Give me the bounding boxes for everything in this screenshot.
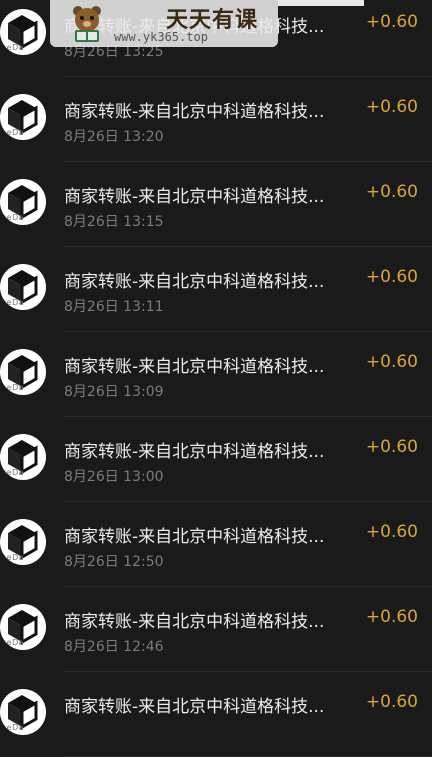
transaction-list: seDa 商家转账-来自北京中科道格科技... 8月26日 13:25 +0.6…: [0, 0, 432, 757]
transaction-time: 8月26日 13:09: [64, 384, 164, 400]
transaction-row[interactable]: seDa 商家转账-来自北京中科道格科技... +0.60: [0, 672, 432, 757]
transaction-amount: +0.60: [365, 182, 418, 202]
transaction-time: 8月26日 13:11: [64, 299, 164, 315]
transaction-time: 8月26日 13:00: [64, 469, 164, 485]
transaction-time: 8月26日 13:15: [64, 214, 164, 230]
avatar-text: seDa: [2, 383, 25, 392]
transaction-title: 商家转账-来自北京中科道格科技...: [64, 527, 325, 547]
transaction-amount: +0.60: [365, 692, 418, 712]
transaction-time: 8月26日 12:50: [64, 554, 164, 570]
transaction-amount: +0.60: [365, 12, 418, 32]
transaction-title: 商家转账-来自北京中科道格科技...: [64, 442, 325, 462]
transaction-title: 商家转账-来自北京中科道格科技...: [64, 272, 325, 292]
transaction-row[interactable]: seDa 商家转账-来自北京中科道格科技... 8月26日 13:15 +0.6…: [0, 162, 432, 247]
transaction-row[interactable]: seDa 商家转账-来自北京中科道格科技... 8月26日 13:00 +0.6…: [0, 417, 432, 502]
cube-logo-icon: seDa: [0, 689, 46, 735]
transaction-time: 8月26日 13:20: [64, 129, 164, 145]
avatar-text: seDa: [2, 553, 25, 562]
avatar-text: seDa: [2, 468, 25, 477]
transaction-title: 商家转账-来自北京中科道格科技...: [64, 102, 325, 122]
transaction-row[interactable]: seDa 商家转账-来自北京中科道格科技... 8月26日 12:46 +0.6…: [0, 587, 432, 672]
transaction-amount: +0.60: [365, 522, 418, 542]
transaction-amount: +0.60: [365, 437, 418, 457]
avatar-text: seDa: [2, 213, 25, 222]
transaction-amount: +0.60: [365, 607, 418, 627]
transaction-amount: +0.60: [365, 267, 418, 287]
cube-logo-icon: seDa: [0, 179, 46, 225]
cube-logo-icon: seDa: [0, 604, 46, 650]
top-edge-bar: [278, 0, 364, 6]
cube-logo-icon: seDa: [0, 94, 46, 140]
cube-logo-icon: seDa: [0, 434, 46, 480]
cube-logo-icon: seDa: [0, 9, 46, 55]
transaction-title: 商家转账-来自北京中科道格科技...: [64, 697, 325, 717]
transaction-amount: +0.60: [365, 352, 418, 372]
transaction-row[interactable]: seDa 商家转账-来自北京中科道格科技... 8月26日 13:20 +0.6…: [0, 77, 432, 162]
watermark: 天天有课 www.yk365.top: [50, 0, 278, 47]
bear-mascot-icon: [73, 6, 101, 42]
cube-logo-icon: seDa: [0, 519, 46, 565]
avatar-text: seDa: [2, 638, 25, 647]
transaction-row[interactable]: seDa 商家转账-来自北京中科道格科技... 8月26日 13:11 +0.6…: [0, 247, 432, 332]
avatar-text: seDa: [2, 298, 25, 307]
cube-logo-icon: seDa: [0, 264, 46, 310]
transaction-title: 商家转账-来自北京中科道格科技...: [64, 612, 325, 632]
transaction-amount: +0.60: [365, 97, 418, 117]
cube-logo-icon: seDa: [0, 349, 46, 395]
avatar-text: seDa: [2, 128, 25, 137]
watermark-url: www.yk365.top: [114, 30, 208, 44]
transaction-time: 8月26日 12:46: [64, 639, 164, 655]
transaction-row[interactable]: seDa 商家转账-来自北京中科道格科技... 8月26日 12:50 +0.6…: [0, 502, 432, 587]
transaction-title: 商家转账-来自北京中科道格科技...: [64, 357, 325, 377]
avatar-text: seDa: [2, 43, 25, 52]
avatar-text: seDa: [2, 723, 25, 732]
transaction-title: 商家转账-来自北京中科道格科技...: [64, 187, 325, 207]
transaction-row[interactable]: seDa 商家转账-来自北京中科道格科技... 8月26日 13:09 +0.6…: [0, 332, 432, 417]
